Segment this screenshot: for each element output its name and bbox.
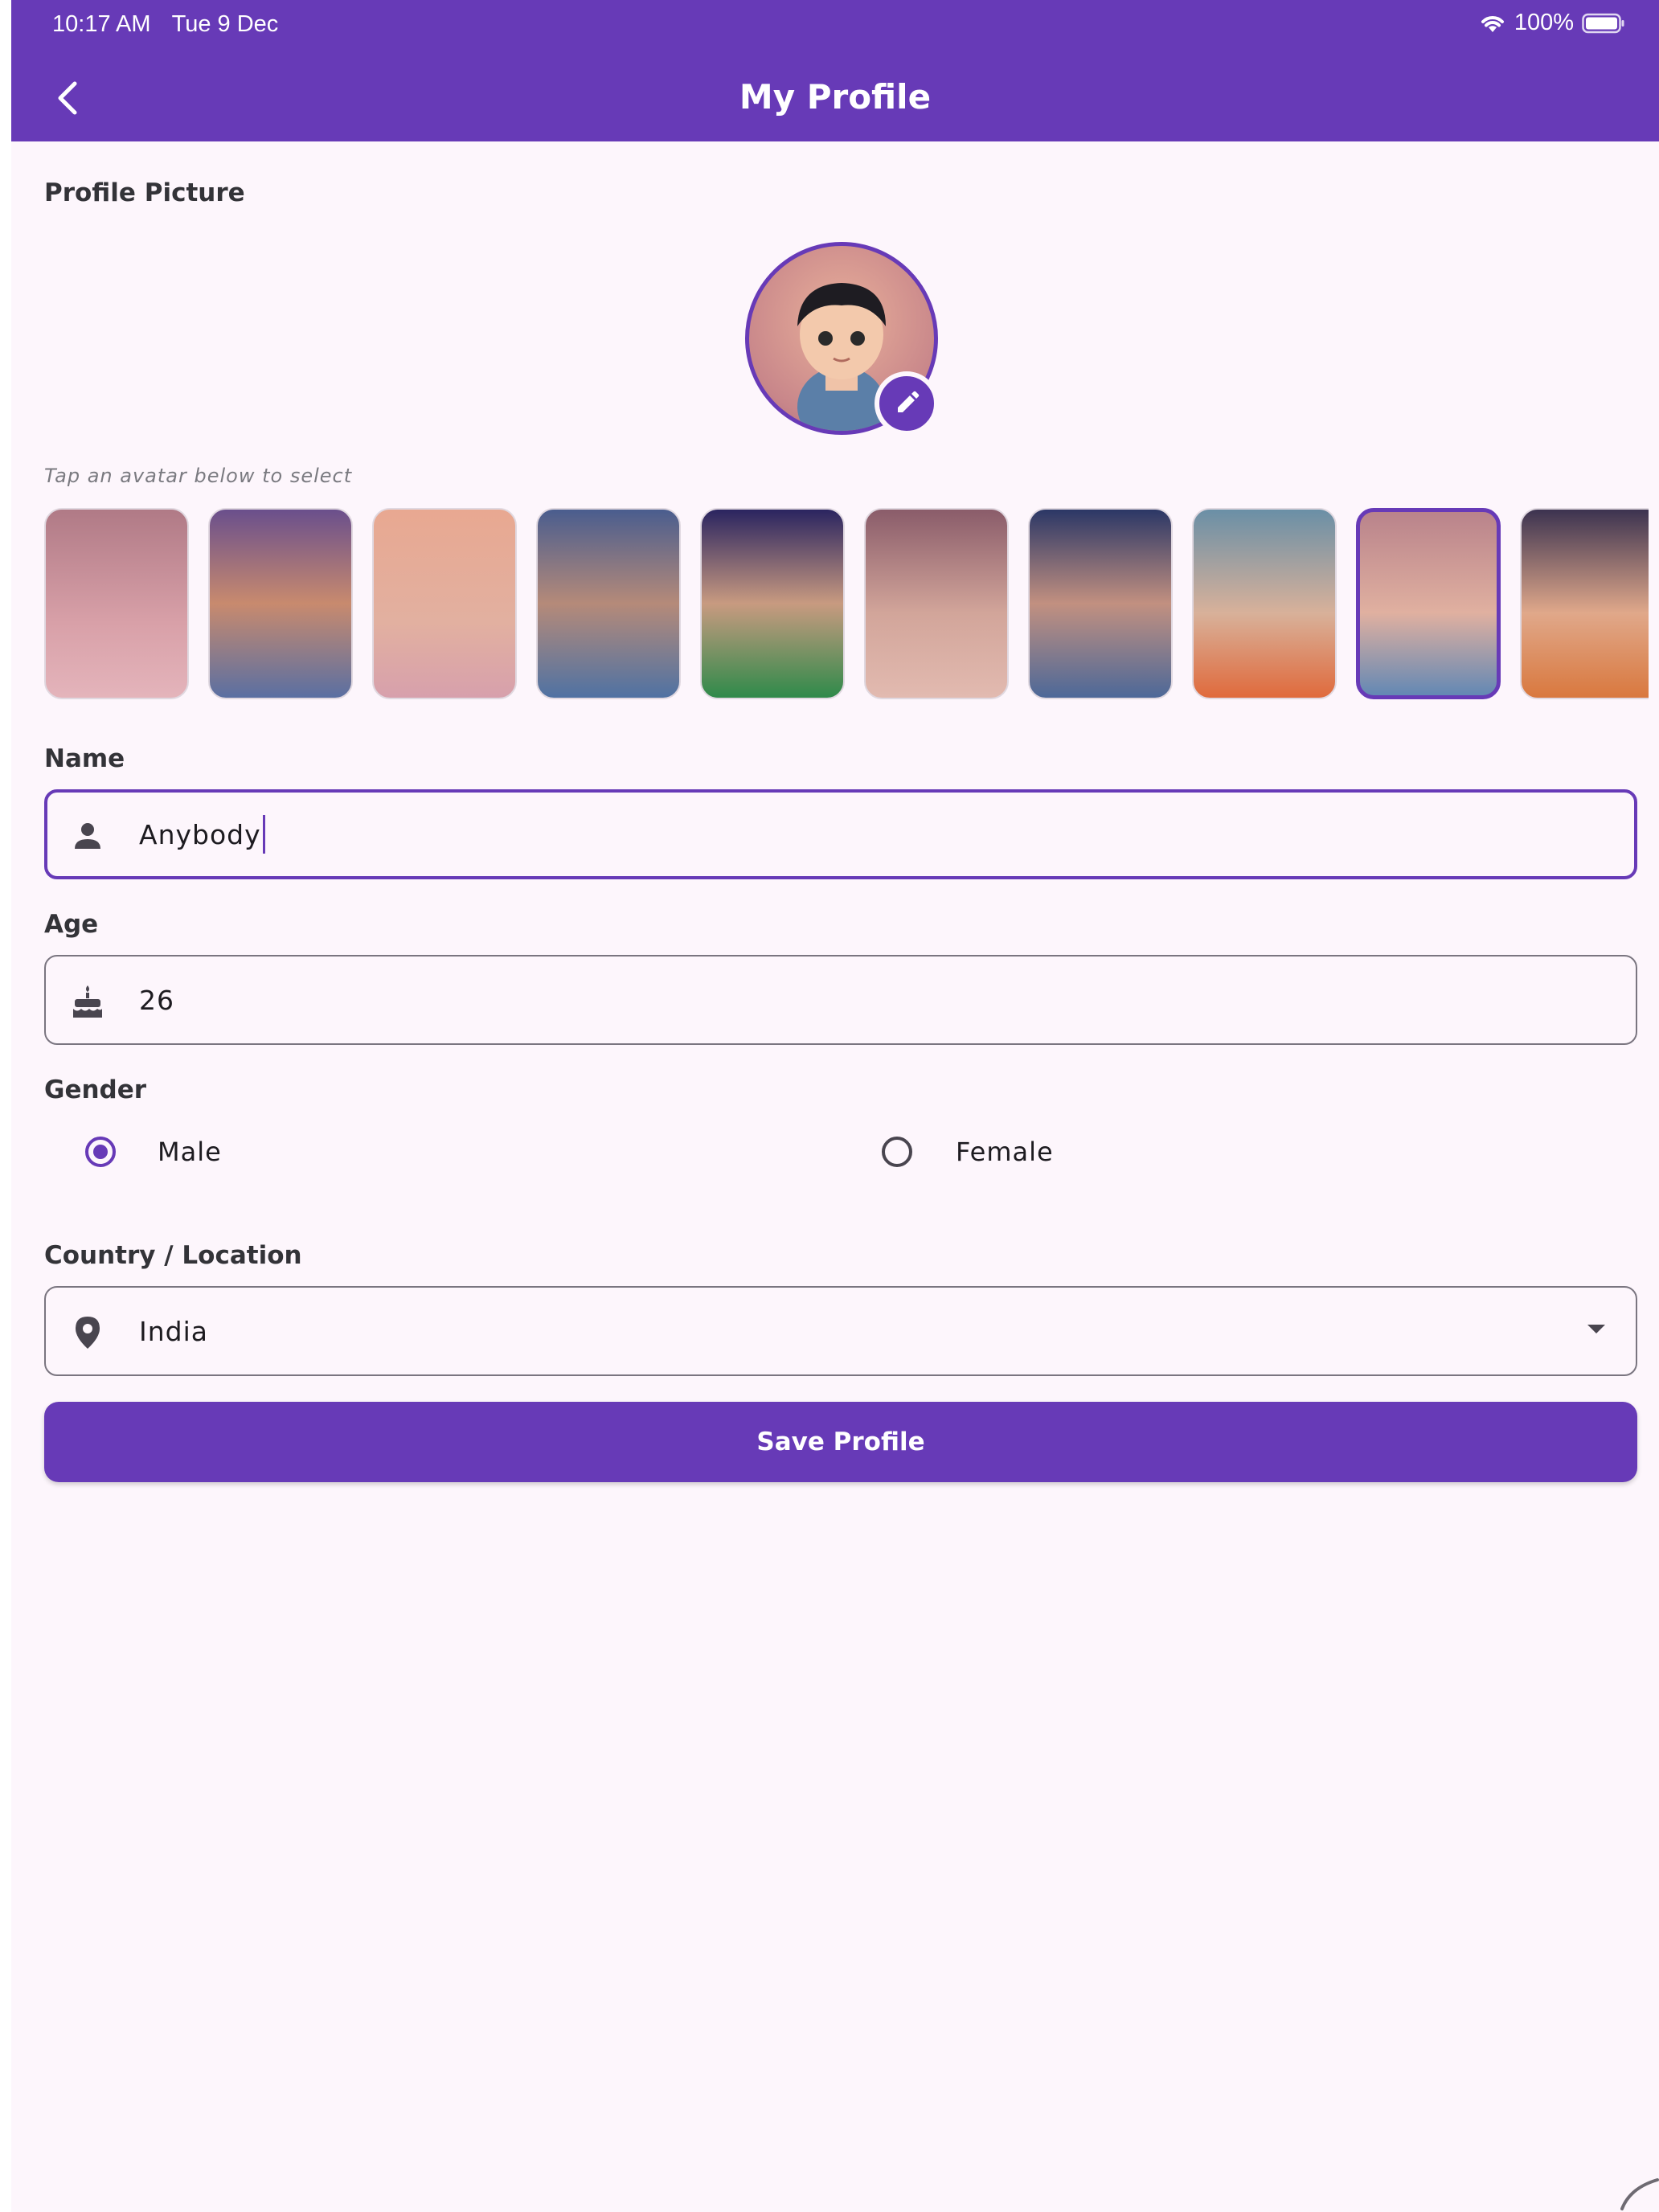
person-icon (65, 813, 110, 858)
profile-picture-label: Profile Picture (44, 178, 245, 207)
name-value: Anybody (139, 818, 261, 850)
female-radio[interactable] (882, 1137, 912, 1167)
gender-option-male[interactable]: Male (85, 1137, 222, 1167)
avatar-option-6[interactable] (864, 508, 1009, 699)
status-time: 10:17 AM Tue 9 Dec (52, 11, 278, 38)
avatar-hint: Tap an avatar below to select (44, 465, 353, 487)
location-value: India (139, 1315, 208, 1347)
status-date: Tue 9 Dec (171, 11, 279, 37)
page-title: My Profile (739, 77, 932, 117)
female-label: Female (956, 1137, 1054, 1167)
male-radio[interactable] (85, 1137, 116, 1167)
name-field[interactable]: Anybody (44, 789, 1637, 879)
cake-icon (65, 979, 110, 1024)
location-pin-icon (65, 1310, 110, 1355)
edit-avatar-button[interactable] (875, 371, 939, 436)
scroll-indicator (1620, 2178, 1659, 2210)
text-caret (262, 815, 265, 854)
avatar-option-1[interactable] (44, 508, 189, 699)
age-value: 26 (139, 984, 174, 1016)
avatar-picker (44, 508, 1649, 701)
avatar-option-9-selected[interactable] (1356, 508, 1501, 699)
avatar-option-7[interactable] (1028, 508, 1173, 699)
gender-label: Gender (44, 1075, 147, 1104)
avatar-option-4[interactable] (536, 508, 681, 699)
male-label: Male (158, 1137, 222, 1167)
location-dropdown[interactable]: India (44, 1286, 1637, 1376)
battery-percent: 100% (1514, 10, 1574, 35)
location-label: Country / Location (44, 1241, 302, 1270)
gender-option-female[interactable]: Female (882, 1137, 1054, 1167)
wifi-icon (1481, 15, 1504, 32)
save-profile-button[interactable]: Save Profile (44, 1402, 1637, 1482)
avatar-option-3[interactable] (372, 508, 517, 699)
avatar-option-2[interactable] (208, 508, 353, 699)
status-clock: 10:17 AM (52, 11, 151, 37)
avatar-option-8[interactable] (1192, 508, 1337, 699)
battery-icon (1582, 13, 1624, 33)
profile-screen: 10:17 AM Tue 9 Dec 100% My Profile Profi… (11, 0, 1659, 2212)
app-bar: 10:17 AM Tue 9 Dec 100% My Profile (11, 0, 1659, 141)
avatar-option-5[interactable] (700, 508, 845, 699)
pencil-icon (898, 391, 920, 412)
dropdown-arrow-icon (1587, 1325, 1605, 1333)
status-indicators: 100% (1479, 10, 1625, 36)
age-field[interactable]: 26 (44, 955, 1637, 1045)
name-label: Name (44, 744, 125, 773)
avatar-option-10[interactable] (1520, 508, 1649, 699)
age-label: Age (44, 910, 99, 939)
